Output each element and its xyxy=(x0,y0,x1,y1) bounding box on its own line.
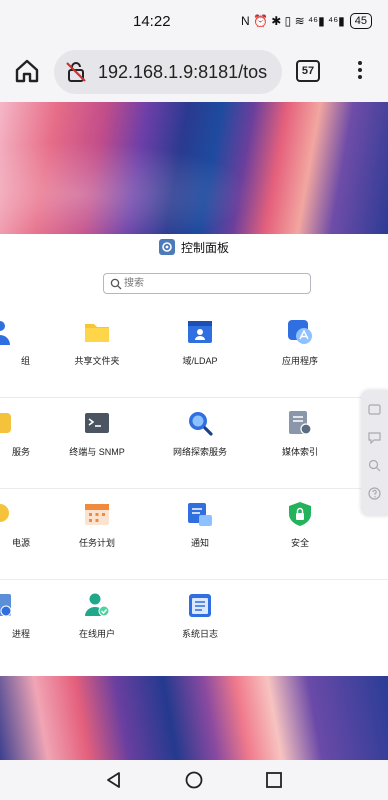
floating-side-toolbar xyxy=(361,390,388,516)
tile-media-index[interactable]: 媒体索引 xyxy=(250,398,350,489)
message-icon[interactable] xyxy=(368,403,381,416)
tile-group[interactable]: 组 xyxy=(0,307,40,398)
search-icon xyxy=(110,278,122,290)
folder-icon xyxy=(85,324,109,342)
settings-row: 服务 终端与 SNMP 网络探索服务 媒体索引 xyxy=(0,398,388,489)
url-text[interactable]: 192.168.1.9:8181/tos xyxy=(98,62,267,83)
online-users-icon xyxy=(85,593,110,617)
tile-applications[interactable]: 应用程序 xyxy=(250,307,350,398)
chat-icon[interactable] xyxy=(368,431,381,444)
tile-label: 媒体索引 xyxy=(281,447,318,457)
tile-label: 在线用户 xyxy=(78,629,115,639)
tile-terminal-snmp[interactable]: 终端与 SNMP xyxy=(47,398,147,489)
system-log-icon xyxy=(189,594,211,617)
shield-icon xyxy=(289,502,311,526)
menu-dot-icon xyxy=(358,68,362,72)
tile-notification[interactable]: 通知 xyxy=(150,489,250,580)
domain-ldap-icon xyxy=(188,321,212,343)
tile-domain-ldap[interactable]: 域/LDAP xyxy=(150,307,250,398)
tile-security[interactable]: 安全 xyxy=(250,489,350,580)
terminal-icon xyxy=(85,413,109,433)
battery-icon: 45 xyxy=(349,13,372,29)
insecure-lock-icon[interactable] xyxy=(64,60,88,84)
tile-shared-folder[interactable]: 共享文件夹 xyxy=(47,307,147,398)
tile-label: 域/LDAP xyxy=(182,356,218,366)
tile-label: 网络探索服务 xyxy=(172,447,227,457)
panel-title: 控制面板 xyxy=(180,240,229,255)
power-icon xyxy=(0,504,9,522)
system-navigation-bar xyxy=(0,760,388,800)
control-panel-icon xyxy=(158,239,175,255)
recents-icon[interactable] xyxy=(264,770,284,790)
tile-label: 任务计划 xyxy=(78,538,115,548)
tile-system-log[interactable]: 系统日志 xyxy=(150,580,250,671)
tab-switcher-button[interactable]: 57 xyxy=(296,60,320,82)
status-icons: N ⏰ ✱ ▯ ≋ ⁴⁶▮ ⁴⁶▮ 45 xyxy=(241,13,372,29)
browser-toolbar: 192.168.1.9:8181/tos 57 xyxy=(0,42,388,102)
tile-process[interactable]: 进程 xyxy=(0,580,40,671)
settings-row: 进程 在线用户 系统日志 xyxy=(0,580,388,671)
status-indicators: N ⏰ ✱ ▯ ≋ ⁴⁶▮ ⁴⁶▮ xyxy=(241,14,345,28)
tile-label: 安全 xyxy=(290,538,309,548)
process-icon xyxy=(0,594,12,617)
tile-label: 服务 xyxy=(11,447,30,457)
media-index-icon xyxy=(289,411,312,435)
help-icon[interactable] xyxy=(368,487,381,500)
tile-online-users[interactable]: 在线用户 xyxy=(47,580,147,671)
network-discovery-icon xyxy=(189,412,213,436)
home-button[interactable] xyxy=(12,56,42,86)
back-icon[interactable] xyxy=(104,770,124,790)
search-icon[interactable] xyxy=(368,459,381,472)
panel-header: 控制面板 xyxy=(0,234,388,260)
settings-row: 电源 任务计划 通知 安全 xyxy=(0,489,388,580)
tile-task-scheduler[interactable]: 任务计划 xyxy=(47,489,147,580)
tile-label: 通知 xyxy=(190,538,209,548)
address-bar[interactable]: 192.168.1.9:8181/tos xyxy=(54,50,282,94)
tile-label: 应用程序 xyxy=(281,356,318,366)
home-icon xyxy=(15,59,39,83)
browser-menu-button[interactable] xyxy=(352,58,368,86)
tile-label: 电源 xyxy=(11,538,30,548)
home-circle-icon[interactable] xyxy=(184,770,204,790)
group-icon xyxy=(0,321,10,345)
tile-label: 系统日志 xyxy=(181,629,218,639)
tile-power[interactable]: 电源 xyxy=(0,489,40,580)
tile-label: 共享文件夹 xyxy=(74,356,120,366)
desktop-wallpaper-bottom xyxy=(0,676,388,760)
search-input[interactable] xyxy=(124,275,306,292)
control-panel-window: 控制面板 组 共享文件夹 xyxy=(0,234,388,676)
status-bar: 14:22 N ⏰ ✱ ▯ ≋ ⁴⁶▮ ⁴⁶▮ 45 xyxy=(0,0,388,42)
status-time: 14:22 xyxy=(133,13,171,30)
settings-row: 组 共享文件夹 域/LDAP 应用程序 xyxy=(0,307,388,398)
app-icon xyxy=(288,320,312,344)
menu-dot-icon xyxy=(358,75,362,79)
tile-label: 组 xyxy=(20,356,30,366)
tile-label: 进程 xyxy=(11,629,30,639)
calendar-icon xyxy=(85,504,109,525)
tile-service[interactable]: 服务 xyxy=(0,398,40,489)
menu-dot-icon xyxy=(358,61,362,65)
tile-label: 终端与 SNMP xyxy=(69,447,125,457)
tile-network-discovery[interactable]: 网络探索服务 xyxy=(150,398,250,489)
desktop-wallpaper xyxy=(0,102,388,234)
search-box[interactable] xyxy=(103,273,311,294)
notification-icon xyxy=(188,503,212,526)
service-icon xyxy=(0,413,11,433)
